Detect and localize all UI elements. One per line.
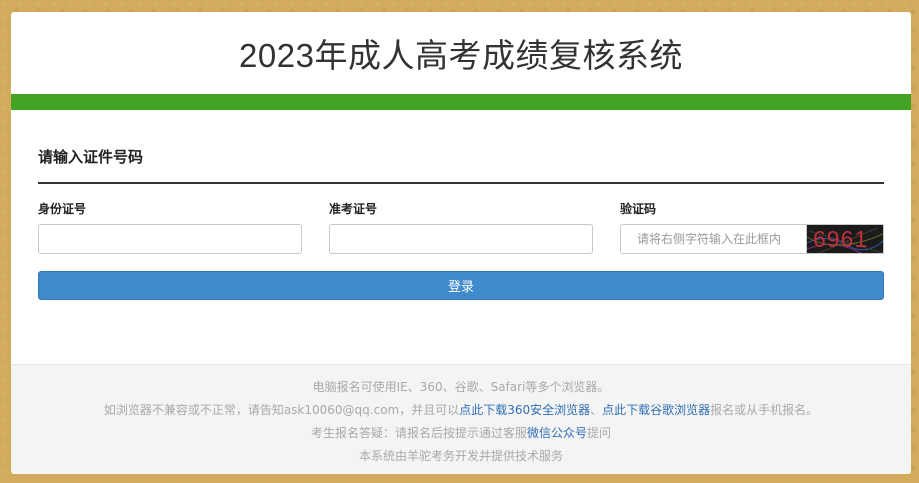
fields-row: 身份证号 准考证号 验证码 请将右侧字符输入在此框内 6961 <box>38 200 884 254</box>
captcha-text: 6961 <box>813 226 869 252</box>
footer-credit: 本系统由羊驼考务开发并提供技术服务 <box>358 449 563 463</box>
section-title: 请输入证件号码 <box>38 146 884 184</box>
id-card-label: 身份证号 <box>38 202 87 216</box>
exam-no-field-group: 准考证号 <box>329 200 593 254</box>
footer-browser-note: 电脑报名可使用IE、360、谷歌、Safari等多个浏览器。 <box>312 380 610 394</box>
captcha-image[interactable]: 6961 <box>806 224 884 254</box>
page-header: 2023年成人高考成绩复核系统 <box>11 12 911 94</box>
id-card-field-group: 身份证号 <box>38 200 302 254</box>
footer-compat-note: 如浏览器不兼容或不正常，请告知ask10060@qq.com，并且可以点此下载3… <box>11 399 911 422</box>
login-button[interactable]: 登录 <box>38 271 884 300</box>
wechat-account-link[interactable]: 微信公众号 <box>527 426 587 440</box>
captcha-input[interactable] <box>620 224 806 254</box>
captcha-label: 验证码 <box>620 202 657 216</box>
exam-no-input[interactable] <box>329 224 593 254</box>
download-360-browser-link[interactable]: 点此下载360安全浏览器 <box>459 403 590 417</box>
footer-separator: 、 <box>590 403 603 417</box>
footer-support-note: 考生报名答疑：请报名后按提示通过客服微信公众号提问 <box>11 422 911 445</box>
id-card-input[interactable] <box>38 224 302 254</box>
login-form: 请输入证件号码 身份证号 准考证号 验证码 请将右侧字符输入在此框内 6961 … <box>11 146 911 300</box>
footer-support-suffix: 提问 <box>587 426 612 440</box>
page-title: 2023年成人高考成绩复核系统 <box>239 37 683 74</box>
download-chrome-browser-link[interactable]: 点此下载谷歌浏览器 <box>602 403 710 417</box>
header-divider-bar <box>11 94 911 110</box>
footer-support-text: 考生报名答疑：请报名后按提示通过客服 <box>310 426 527 440</box>
captcha-field-group: 验证码 6961 <box>620 200 884 254</box>
footer-compat-suffix: 报名或从手机报名。 <box>710 403 819 417</box>
footer-compat-text: 如浏览器不兼容或不正常，请告知ask10060@qq.com，并且可以 <box>103 403 460 417</box>
main-card: 2023年成人高考成绩复核系统 请输入证件号码 身份证号 准考证号 验证码 请将… <box>11 12 911 474</box>
footer: 电脑报名可使用IE、360、谷歌、Safari等多个浏览器。 如浏览器不兼容或不… <box>11 364 911 474</box>
captcha-row: 6961 <box>620 224 884 254</box>
exam-no-label: 准考证号 <box>329 202 378 216</box>
